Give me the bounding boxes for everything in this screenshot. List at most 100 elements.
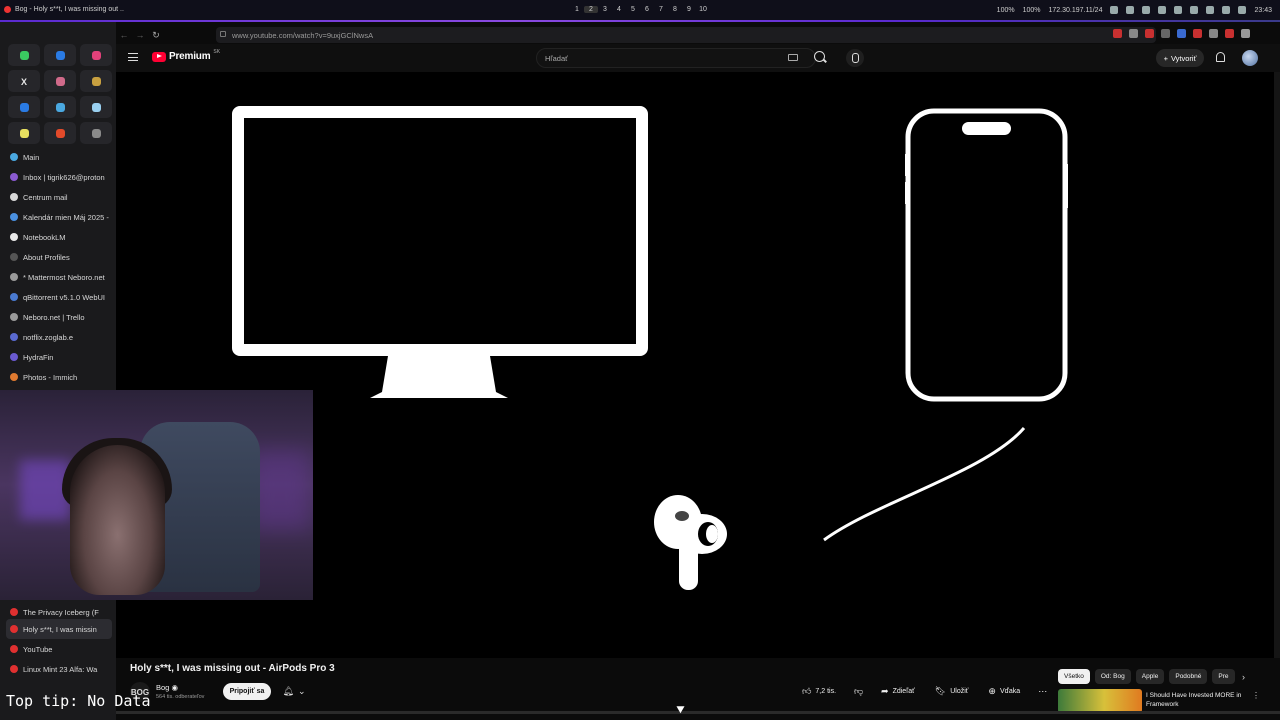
sidebar-tab[interactable]: notflix.zoglab.e [6,327,112,347]
sidebar-tab[interactable]: Main [6,147,112,167]
pinned-tab[interactable] [44,70,76,92]
tray-icon[interactable] [1126,6,1135,14]
system-status: 100% 100% 172.30.197.11/24 23:43 [997,6,1272,14]
workspace-8[interactable]: 8 [668,6,682,13]
avatar[interactable] [1242,50,1258,66]
extension-icon[interactable] [1113,29,1122,38]
tray-icon[interactable] [1206,6,1215,14]
workspace-9[interactable]: 9 [682,6,696,13]
subscription-bell[interactable]: 🔔︎ ⌄ [278,683,310,700]
save-button[interactable]: 🔖︎ Uložiť [929,683,975,700]
sidebar-tab[interactable]: Photos - Immich [6,367,112,387]
search-input[interactable]: Hľadať [536,48,816,68]
pinned-tab[interactable]: X [8,70,40,92]
more-vertical-icon[interactable]: ⋮ [1252,691,1260,700]
sidebar-tab[interactable]: NotebookLM [6,227,112,247]
pinned-tab[interactable] [8,122,40,144]
extension-icon[interactable] [1225,29,1234,38]
tray-icon[interactable] [1222,6,1231,14]
youtube-header: Premium SK Hľadať + Vytvoriť [116,44,1280,72]
pinned-tab[interactable] [8,96,40,118]
channel-name[interactable]: Bog ◉ [156,683,178,692]
workspace-2[interactable]: 2 [584,6,598,13]
horizontal-scrollbar[interactable] [116,711,1280,714]
workspace-4[interactable]: 4 [612,6,626,13]
back-icon[interactable]: ← [116,30,132,40]
tray-icon[interactable] [1238,6,1247,14]
tray-icon[interactable] [1174,6,1183,14]
extension-icon[interactable] [1129,29,1138,38]
phone-illustration [905,108,1068,402]
sidebar-tab[interactable]: About Profiles [6,247,112,267]
sidebar-tab[interactable]: Inbox | tigrik626@proton [6,167,112,187]
like-button[interactable]: 👍︎ 7,2 tis. [796,683,842,700]
note-icon [19,128,29,138]
extension-icon[interactable] [1145,29,1154,38]
menu-icon[interactable] [128,53,138,61]
create-label: Vytvoriť [1170,53,1197,63]
workspace-3[interactable]: 3 [598,6,612,13]
sidebar-tab[interactable]: * Mattermost Neboro.net [6,267,112,287]
workspace-10[interactable]: 10 [696,6,710,13]
os-top-bar: Bog - Holy s**t, I was missing out .. 1 … [0,0,1280,22]
more-actions-button[interactable]: ⋯ [1034,683,1051,700]
microphone-icon[interactable] [846,49,864,67]
pinned-tab[interactable] [44,122,76,144]
pinned-tab[interactable] [44,44,76,66]
notifications-icon[interactable] [1216,52,1225,62]
extension-icon[interactable] [1241,29,1250,38]
dislike-button[interactable]: 👎︎ [850,683,867,700]
chip-apple[interactable]: Apple [1135,669,1165,684]
tray-icon[interactable] [1142,6,1151,14]
lock-icon[interactable] [220,31,226,37]
keyboard-icon[interactable] [788,54,798,61]
thanks-button[interactable]: ⊕ Vďaka [982,683,1026,700]
pinned-tab[interactable] [80,96,112,118]
favicon-icon [10,353,18,361]
extension-icon[interactable] [1161,29,1170,38]
pinned-tab[interactable] [80,44,112,66]
address-bar[interactable]: www.youtube.com/watch?v=9uxjGClNwsA [216,27,1156,43]
chip-similar[interactable]: Podobné [1169,669,1208,684]
workspace-1[interactable]: 1 [570,6,584,13]
workspace-5[interactable]: 5 [626,6,640,13]
tab-youtube[interactable]: YouTube [6,639,112,659]
recommendation-thumbnail[interactable] [1058,689,1142,713]
tray-icon[interactable] [1110,6,1119,14]
chip-from-channel[interactable]: Od: Bog [1094,669,1131,684]
share-button[interactable]: ➦ Zdieľať [875,683,921,700]
sidebar-tab[interactable]: qBittorrent v5.1.0 WebUI [6,287,112,307]
pinned-tab[interactable] [80,70,112,92]
recommendation-title[interactable]: I Should Have Invested MORE in Framework [1146,691,1250,709]
sidebar-tab[interactable]: Centrum mail [6,187,112,207]
search-icon[interactable] [814,51,825,62]
forward-icon[interactable]: → [132,30,148,40]
join-button[interactable]: Pripojiť sa [223,683,271,700]
tray-icon[interactable] [1190,6,1199,14]
country-code: SK [213,48,221,55]
reload-icon[interactable]: ↻ [148,30,164,41]
share-label: Zdieľať [892,688,915,695]
tray-icon[interactable] [1158,6,1167,14]
extension-icon[interactable] [1209,29,1218,38]
tab-linux-mint[interactable]: Linux Mint 23 Alfa: Wa [6,659,112,679]
chevron-right-icon[interactable]: › [1242,672,1245,682]
youtube-play-icon [152,51,166,62]
sidebar-tab[interactable]: Kalendár mien Máj 2025 - [6,207,112,227]
chip-more[interactable]: Pre [1212,669,1235,684]
workspace-7[interactable]: 7 [654,6,668,13]
youtube-logo[interactable]: Premium SK [152,48,221,62]
extension-icon[interactable] [1193,29,1202,38]
tab-current-video[interactable]: Holy s**t, I was missin [6,619,112,639]
page-scrollbar[interactable] [1274,72,1280,658]
create-button[interactable]: + Vytvoriť [1156,49,1204,67]
pinned-tab[interactable] [44,96,76,118]
sidebar-tab[interactable]: HydraFin [6,347,112,367]
workspace-switcher[interactable]: 1 2 3 4 5 6 7 8 9 10 [570,6,710,13]
extension-icon[interactable] [1177,29,1186,38]
sidebar-tab[interactable]: Neboro.net | Trello [6,307,112,327]
pinned-tab[interactable] [8,44,40,66]
chip-all[interactable]: Všetko [1058,669,1090,684]
pinned-tab[interactable] [80,122,112,144]
workspace-6[interactable]: 6 [640,6,654,13]
